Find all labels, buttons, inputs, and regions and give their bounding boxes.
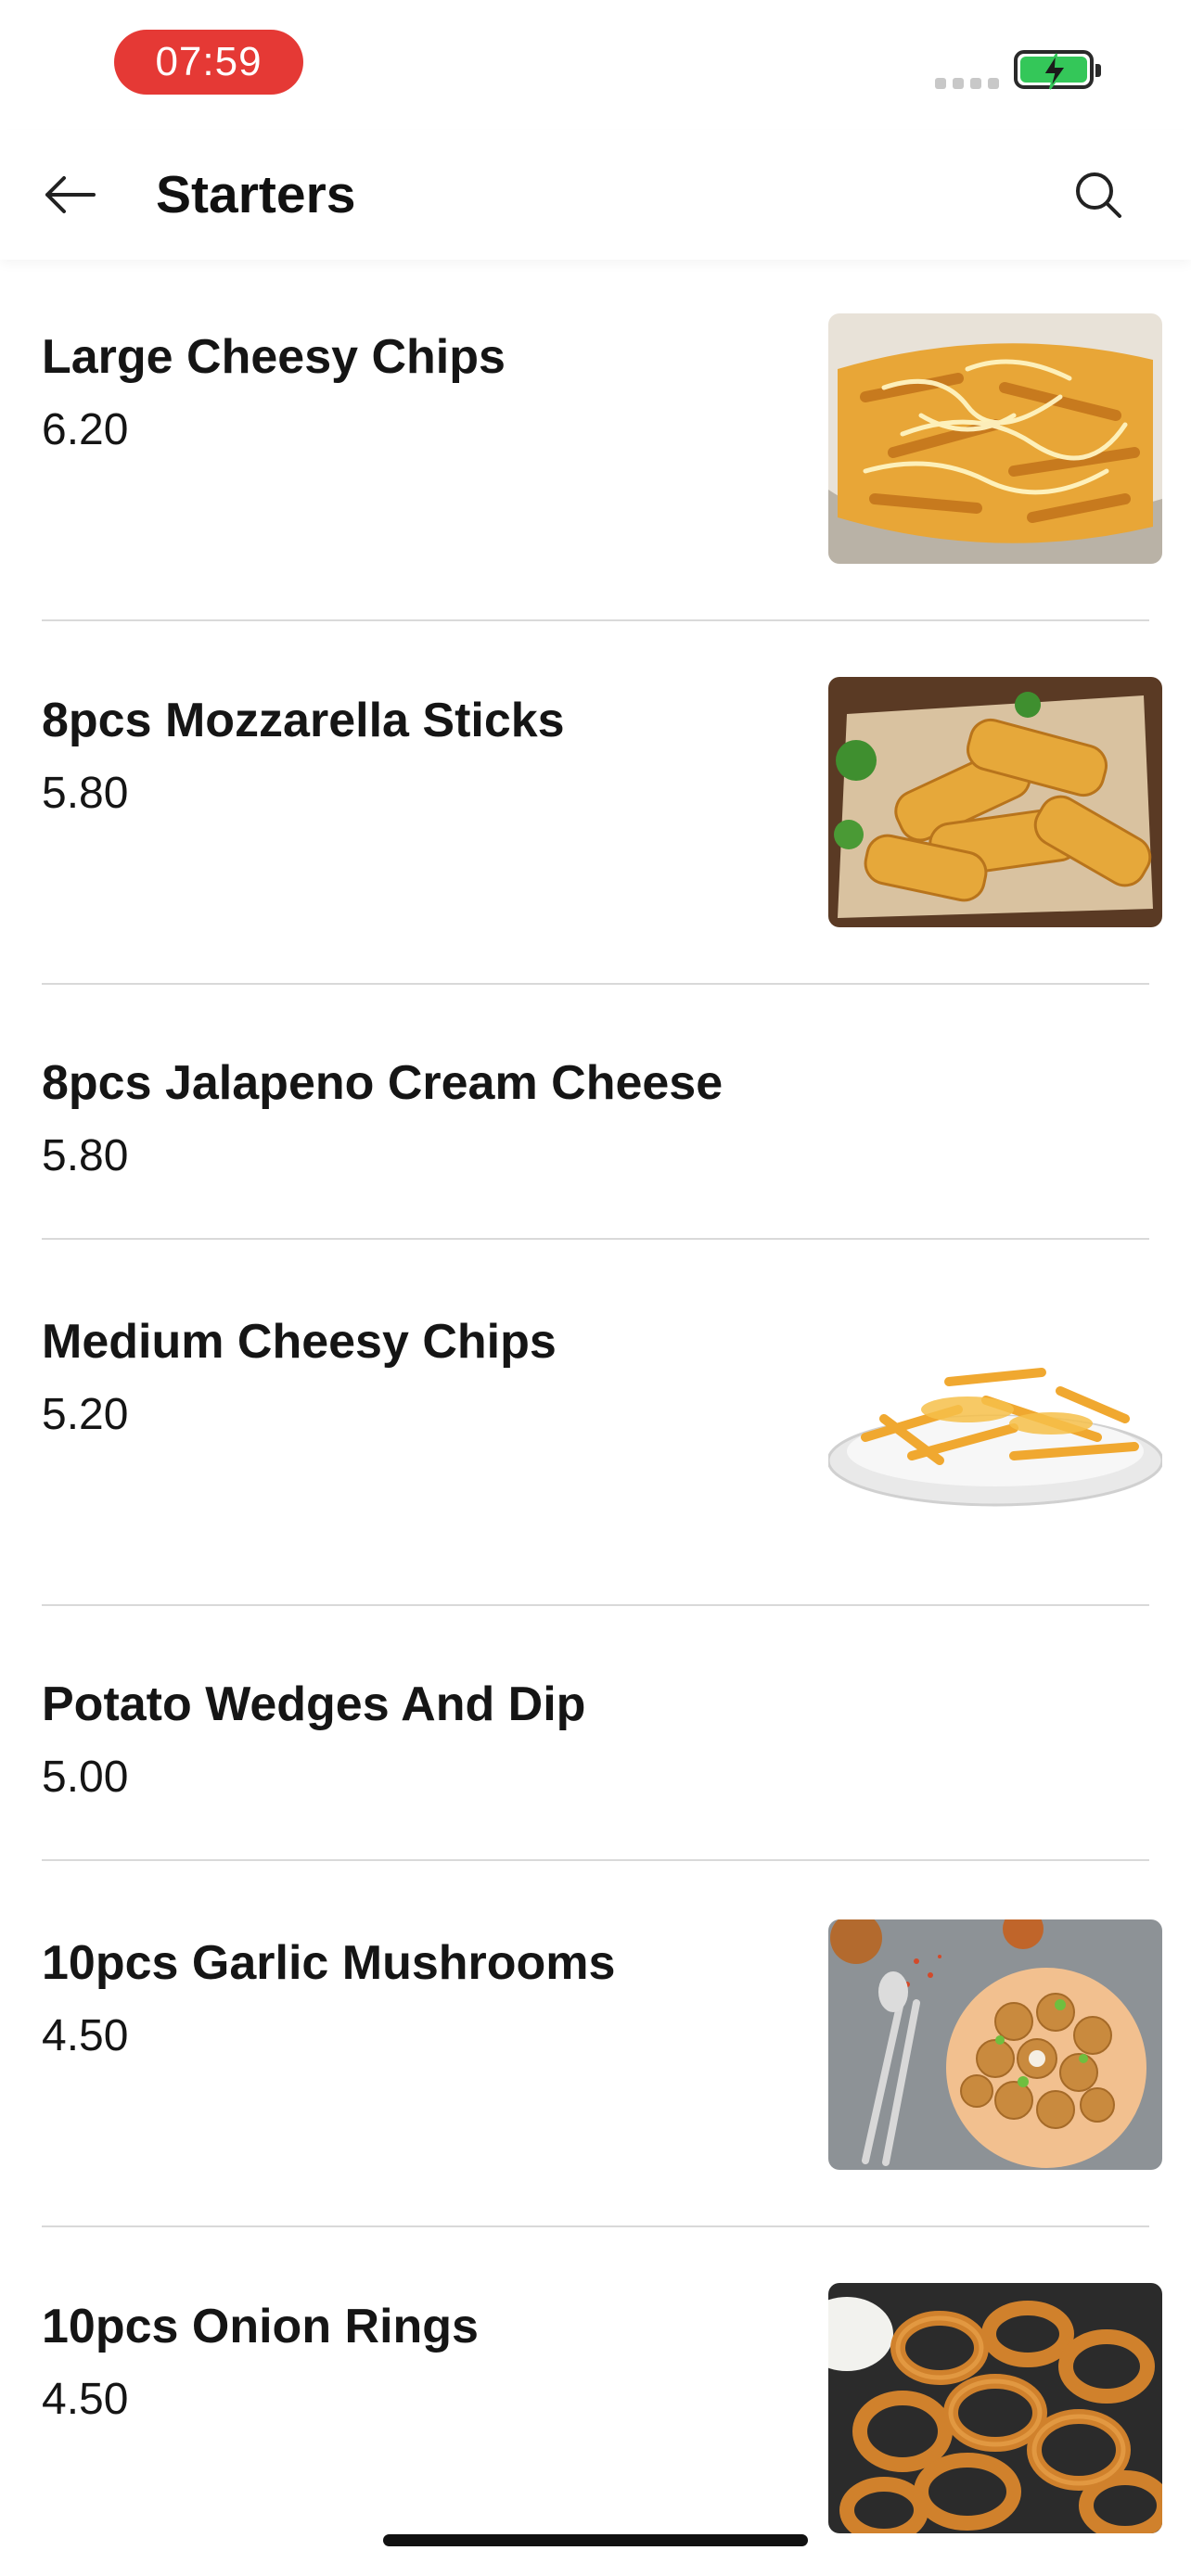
menu-item-price: 5.80 <box>42 1131 129 1180</box>
top-app-bar: Starters <box>0 130 1191 260</box>
back-button[interactable] <box>37 162 102 227</box>
battery-icon <box>1014 50 1101 90</box>
arrow-left-icon <box>45 176 96 213</box>
menu-item-price: 4.50 <box>42 2375 129 2424</box>
menu-item[interactable]: Potato Wedges And Dip 5.00 <box>42 1664 1149 1861</box>
item-divider <box>42 1604 1149 1606</box>
item-divider <box>42 2225 1149 2227</box>
page-title: Starters <box>156 165 356 224</box>
menu-item[interactable]: 10pcs Garlic Mushrooms 4.50 <box>42 1919 1162 2227</box>
menu-item[interactable]: Medium Cheesy Chips 5.20 <box>42 1298 1162 1606</box>
menu-item-name: 10pcs Onion Rings <box>42 2300 479 2353</box>
signal-icon <box>935 78 999 89</box>
item-divider <box>42 619 1149 621</box>
search-icon <box>1076 172 1121 218</box>
menu-item-price: 4.50 <box>42 2011 129 2060</box>
menu-item-name: 10pcs Garlic Mushrooms <box>42 1936 616 1990</box>
menu-item[interactable]: 10pcs Onion Rings 4.50 <box>42 2283 1162 2543</box>
item-divider <box>42 983 1149 985</box>
menu-item[interactable]: 8pcs Mozzarella Sticks 5.80 <box>42 677 1162 985</box>
search-button[interactable] <box>1065 161 1132 228</box>
item-divider <box>42 1859 1149 1861</box>
onion-rings-photo <box>828 2283 1162 2533</box>
menu-item-name: 8pcs Jalapeno Cream Cheese <box>42 1056 724 1110</box>
menu-item-price: 5.00 <box>42 1753 129 1802</box>
charging-bolt-icon <box>1042 53 1068 90</box>
menu-item-name: Potato Wedges And Dip <box>42 1677 586 1731</box>
menu-item-name: Medium Cheesy Chips <box>42 1315 557 1369</box>
garlic-mushrooms-photo <box>828 1919 1162 2170</box>
menu-item-name: 8pcs Mozzarella Sticks <box>42 694 565 747</box>
home-indicator[interactable] <box>383 2534 808 2546</box>
status-bar: 07:59 <box>0 0 1191 130</box>
cheesy-fries-plate-photo <box>828 1298 1162 1549</box>
status-time: 07:59 <box>114 30 303 95</box>
menu-item-name: Large Cheesy Chips <box>42 330 506 384</box>
menu-item-price: 5.20 <box>42 1390 129 1439</box>
menu-item-price: 6.20 <box>42 405 129 454</box>
menu-item[interactable]: 8pcs Jalapeno Cream Cheese 5.80 <box>42 1043 1149 1240</box>
cheesy-chips-photo <box>828 313 1162 564</box>
app-screen: 07:59 Starters Large Cheesy Chips 6.20 8… <box>0 0 1191 2576</box>
menu-item[interactable]: Large Cheesy Chips 6.20 <box>42 313 1162 621</box>
item-divider <box>42 1238 1149 1240</box>
mozzarella-sticks-photo <box>828 677 1162 927</box>
menu-item-price: 5.80 <box>42 769 129 818</box>
